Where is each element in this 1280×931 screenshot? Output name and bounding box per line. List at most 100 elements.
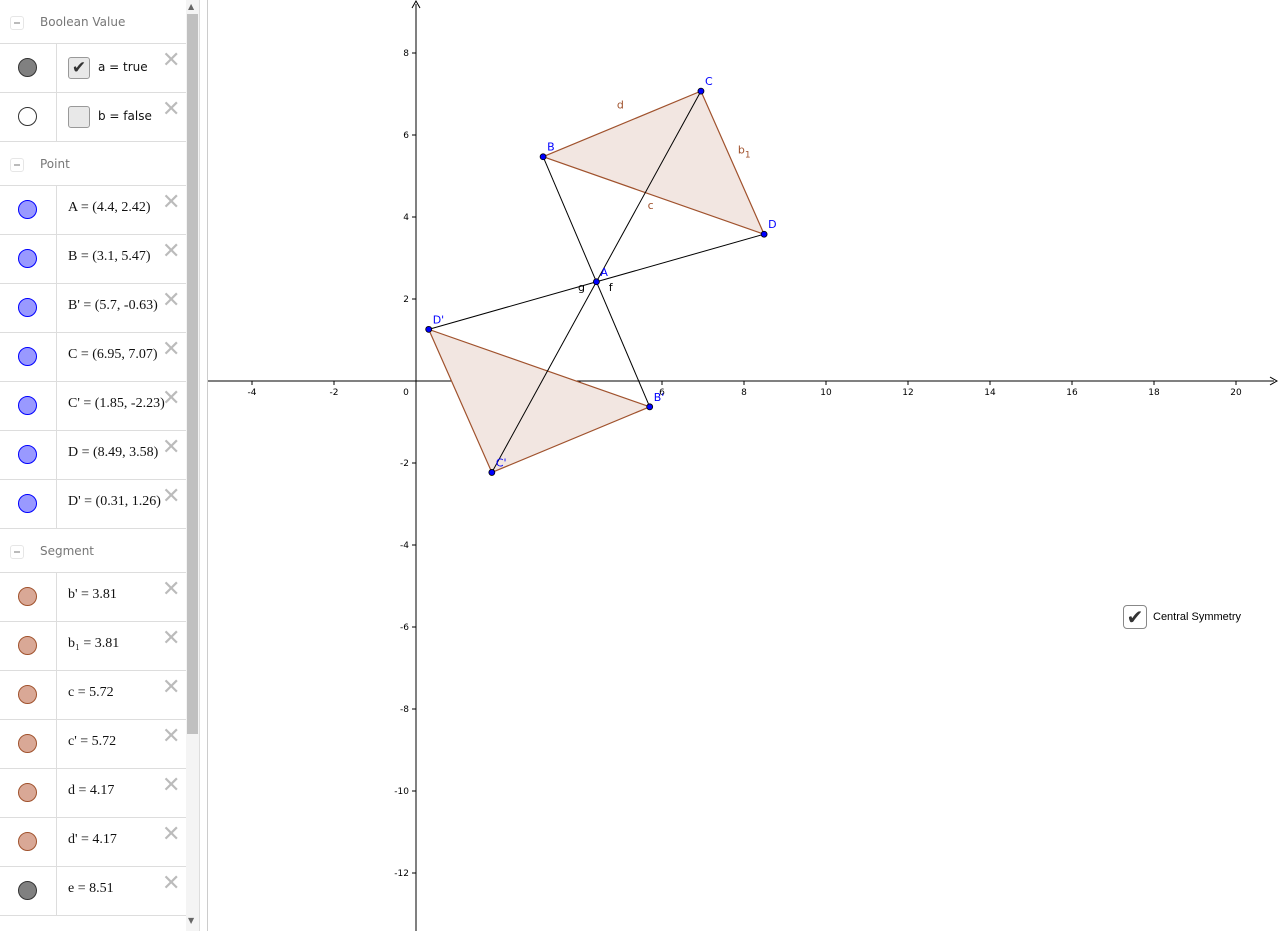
algebra-item[interactable]: b' = 3.81 ✕: [0, 573, 186, 622]
visibility-toggle[interactable]: [18, 636, 37, 655]
central-symmetry-checkbox[interactable]: ✔ Central Symmetry: [1123, 605, 1241, 629]
close-icon[interactable]: ✕: [162, 437, 180, 459]
item-label[interactable]: b₁ = 3.81: [68, 636, 119, 652]
close-icon[interactable]: ✕: [162, 579, 180, 601]
close-icon[interactable]: ✕: [162, 241, 180, 263]
scroll-down-icon[interactable]: ▼: [188, 916, 194, 925]
algebra-scrollbar[interactable]: ▲ ▼: [186, 0, 199, 931]
visibility-toggle[interactable]: [18, 298, 37, 317]
visibility-toggle[interactable]: [18, 396, 37, 415]
point-C-prime[interactable]: [488, 469, 496, 476]
close-icon[interactable]: ✕: [162, 677, 180, 699]
point-D[interactable]: [760, 230, 768, 238]
close-icon[interactable]: ✕: [162, 50, 180, 72]
algebra-item[interactable]: B = (3.1, 5.47) ✕: [0, 235, 186, 284]
cell-divider: [56, 818, 57, 866]
group-header-segment[interactable]: Segment: [0, 529, 186, 573]
x-tick-label: 18: [1148, 388, 1160, 398]
point-D-prime[interactable]: [425, 325, 433, 333]
close-icon[interactable]: ✕: [162, 388, 180, 410]
item-label[interactable]: A = (4.4, 2.42): [68, 200, 151, 216]
algebra-item[interactable]: c = 5.72 ✕: [0, 671, 186, 720]
item-label[interactable]: d' = 4.17: [68, 832, 117, 848]
algebra-item[interactable]: c' = 5.72 ✕: [0, 720, 186, 769]
item-label[interactable]: D = (8.49, 3.58): [68, 445, 158, 461]
point-C[interactable]: [697, 87, 705, 95]
algebra-item[interactable]: b₁ = 3.81 ✕: [0, 622, 186, 671]
y-tick-label: 2: [403, 295, 409, 305]
visibility-toggle[interactable]: [18, 200, 37, 219]
close-icon[interactable]: ✕: [162, 873, 180, 895]
close-icon[interactable]: ✕: [162, 775, 180, 797]
close-icon[interactable]: ✕: [162, 99, 180, 121]
visibility-toggle[interactable]: [18, 734, 37, 753]
collapse-icon[interactable]: [10, 545, 24, 559]
item-label[interactable]: C' = (1.85, -2.23): [68, 396, 165, 412]
visibility-toggle[interactable]: [18, 107, 37, 126]
checkbox-checked[interactable]: ✔: [68, 57, 90, 79]
close-icon[interactable]: ✕: [162, 486, 180, 508]
algebra-item[interactable]: e = 8.51 ✕: [0, 867, 186, 916]
polygon-BCD[interactable]: [541, 90, 766, 236]
scroll-thumb[interactable]: [187, 14, 198, 734]
visibility-toggle[interactable]: [18, 249, 37, 268]
close-icon[interactable]: ✕: [162, 824, 180, 846]
algebra-item[interactable]: D' = (0.31, 1.26) ✕: [0, 480, 186, 529]
item-label[interactable]: c = 5.72: [68, 685, 114, 701]
group-header-point[interactable]: Point: [0, 142, 186, 186]
point-A[interactable]: [593, 278, 600, 286]
visibility-toggle[interactable]: [18, 685, 37, 704]
polygon-BpCpDp[interactable]: [427, 328, 652, 474]
collapse-icon[interactable]: [10, 158, 24, 172]
scroll-up-icon[interactable]: ▲: [188, 2, 194, 11]
visibility-toggle[interactable]: [18, 58, 37, 77]
cell-divider: [56, 867, 57, 915]
item-label[interactable]: B = (3.1, 5.47): [68, 249, 151, 265]
item-label[interactable]: D' = (0.31, 1.26): [68, 494, 161, 510]
visibility-toggle[interactable]: [18, 347, 37, 366]
visibility-toggle[interactable]: [18, 881, 37, 900]
algebra-item[interactable]: C = (6.95, 7.07) ✕: [0, 333, 186, 382]
y-tick-label: -8: [400, 705, 409, 715]
cell-divider: [56, 480, 57, 528]
checkmark-icon[interactable]: ✔: [1123, 605, 1147, 629]
checkbox-unchecked[interactable]: [68, 106, 90, 128]
algebra-item[interactable]: d = 4.17 ✕: [0, 769, 186, 818]
group-header-boolean-value[interactable]: Boolean Value: [0, 0, 186, 44]
algebra-item[interactable]: C' = (1.85, -2.23) ✕: [0, 382, 186, 431]
close-icon[interactable]: ✕: [162, 726, 180, 748]
algebra-item[interactable]: D = (8.49, 3.58) ✕: [0, 431, 186, 480]
item-label[interactable]: C = (6.95, 7.07): [68, 347, 158, 363]
visibility-toggle[interactable]: [18, 587, 37, 606]
algebra-item[interactable]: b = false ✕: [0, 93, 186, 142]
visibility-toggle[interactable]: [18, 783, 37, 802]
close-icon[interactable]: ✕: [162, 290, 180, 312]
item-label[interactable]: b' = 3.81: [68, 587, 117, 603]
item-label[interactable]: e = 8.51: [68, 881, 114, 897]
algebra-item[interactable]: A = (4.4, 2.42) ✕: [0, 186, 186, 235]
item-label[interactable]: B' = (5.7, -0.63): [68, 298, 158, 314]
item-label[interactable]: c' = 5.72: [68, 734, 116, 750]
visibility-toggle[interactable]: [18, 832, 37, 851]
close-icon[interactable]: ✕: [162, 339, 180, 361]
point-label-B-prime: B': [654, 391, 665, 404]
close-icon[interactable]: ✕: [162, 628, 180, 650]
point-B-prime[interactable]: [646, 403, 654, 411]
group-title: Point: [40, 157, 70, 171]
y-tick-label: 6: [403, 131, 409, 141]
view-divider[interactable]: [199, 0, 208, 931]
visibility-toggle[interactable]: [18, 494, 37, 513]
cell-divider: [56, 93, 57, 141]
graphics-view[interactable]: -4-2024681012141618208642-2-4-6-8-10-12d…: [208, 0, 1280, 931]
cell-divider: [56, 44, 57, 92]
label-text: f: [609, 281, 614, 294]
collapse-icon[interactable]: [10, 16, 24, 30]
point-B[interactable]: [539, 153, 547, 161]
item-label[interactable]: d = 4.17: [68, 783, 114, 799]
label-text: d: [617, 98, 624, 111]
algebra-item[interactable]: d' = 4.17 ✕: [0, 818, 186, 867]
algebra-item[interactable]: ✔ a = true ✕: [0, 44, 186, 93]
close-icon[interactable]: ✕: [162, 192, 180, 214]
algebra-item[interactable]: B' = (5.7, -0.63) ✕: [0, 284, 186, 333]
visibility-toggle[interactable]: [18, 445, 37, 464]
